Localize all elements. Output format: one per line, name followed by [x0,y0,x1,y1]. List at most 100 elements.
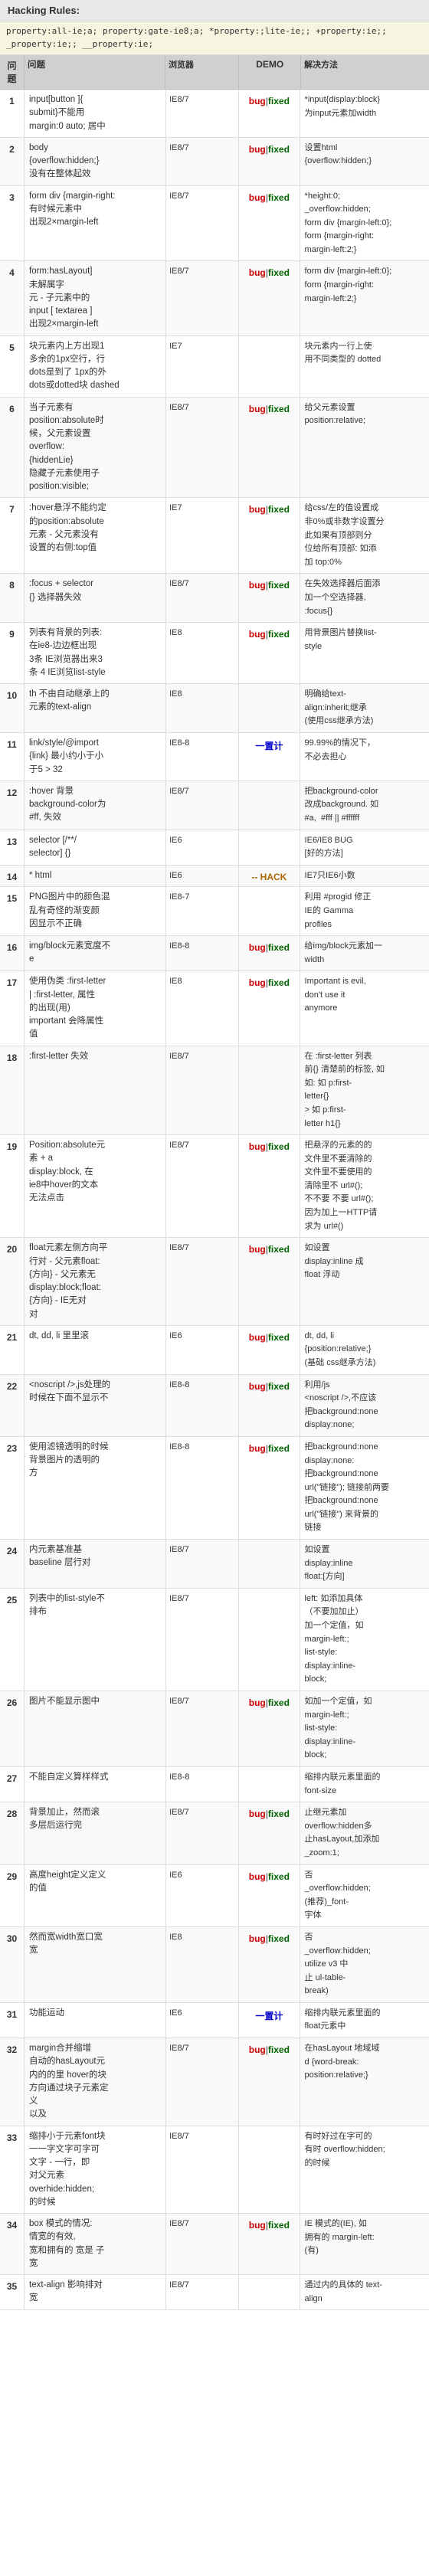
fixed-badge[interactable]: fixed [268,2044,290,2055]
fixed-badge[interactable]: fixed [268,942,290,953]
row-num: 12 [0,781,25,830]
row-demo[interactable]: bug | fixed [239,1437,300,1539]
row-fix: IE6/IE8 BUG [好的方法] [300,830,429,865]
row-demo[interactable] [239,781,300,830]
bug-badge[interactable]: bug [249,1933,266,1944]
row-issue: 背景加止，然而滚 多层后运行完 [25,1802,166,1864]
table-row: 10th 不由自动继承上的 元素的text-alignIE8明确给text- a… [0,684,429,733]
bug-badge[interactable]: bug [249,1808,266,1819]
row-demo[interactable]: bug | fixed [239,574,300,622]
bug-badge[interactable]: bug [249,192,266,203]
bug-badge[interactable]: bug [249,1381,266,1392]
bug-badge[interactable]: bug [249,2044,266,2055]
row-browser: IE7 [166,336,239,397]
bug-badge[interactable]: bug [249,629,266,640]
table-row: 18:first-letter 失效IE8/7在 :first-letter 列… [0,1046,429,1136]
row-issue: * html [25,866,166,887]
row-demo[interactable]: bug | fixed [239,498,300,573]
row-demo[interactable]: bug | fixed [239,1802,300,1864]
row-demo[interactable]: bug | fixed [239,261,300,335]
row-demo[interactable]: bug | fixed [239,1135,300,1237]
row-demo[interactable] [239,830,300,865]
fixed-badge[interactable]: fixed [268,504,290,515]
bug-badge[interactable]: bug [249,1332,266,1343]
bug-badge[interactable]: bug [249,504,266,515]
fixed-badge[interactable]: fixed [268,267,290,278]
row-demo[interactable]: 一置计 [239,2003,300,2038]
bug-badge[interactable]: bug [249,267,266,278]
bug-badge[interactable]: bug [249,1244,266,1255]
row-demo[interactable]: bug | fixed [239,1691,300,1766]
bug-badge[interactable]: bug [249,144,266,155]
row-browser: IE8-8 [166,733,239,781]
row-demo[interactable] [239,2275,300,2309]
row-demo[interactable]: bug | fixed [239,186,300,261]
row-num: 3 [0,186,25,261]
row-demo[interactable]: bug | fixed [239,138,300,185]
row-demo[interactable]: bug | fixed [239,2214,300,2274]
row-fix: 把background:none display:none: 把backgrou… [300,1437,429,1539]
table-row: 15PNG图片中的颜色混 乱有奇怪的渐变颜 因显示不正确IE8-7利用 #pro… [0,887,429,936]
table-row: 29高度height定义定义 的值IE6bug | fixed否 _overfl… [0,1865,429,1927]
fixed-badge[interactable]: fixed [268,192,290,203]
row-fix: IE7只IE6小数 [300,866,429,887]
fixed-badge[interactable]: fixed [268,1871,290,1882]
row-issue: 块元素内上方出现1 多余的1px空行，行 dots是到了 1px的外 dots或… [25,336,166,397]
fixed-badge[interactable]: fixed [268,1808,290,1819]
bug-badge[interactable]: bug [249,1871,266,1882]
fixed-badge[interactable]: fixed [268,404,290,414]
row-demo[interactable]: bug | fixed [239,2038,300,2126]
bug-badge[interactable]: bug [249,2220,266,2231]
fixed-badge[interactable]: fixed [268,1332,290,1343]
fixed-badge[interactable]: fixed [268,1244,290,1255]
row-demo[interactable]: bug | fixed [239,936,300,971]
row-demo[interactable]: bug | fixed [239,1238,300,1325]
fixed-badge[interactable]: fixed [268,1141,290,1152]
row-demo[interactable]: bug | fixed [239,90,300,137]
row-demo[interactable] [239,1767,300,1802]
row-fix: 块元素内一行上使 用不同类型的 dotted [300,336,429,397]
row-demo[interactable]: bug | fixed [239,623,300,683]
fixed-badge[interactable]: fixed [268,1697,290,1708]
bug-badge[interactable]: bug [249,96,266,106]
row-fix: IE 模式的(IE), 如 拥有的 margin-left: (有) [300,2214,429,2274]
fixed-badge[interactable]: fixed [268,1933,290,1944]
row-demo[interactable]: bug | fixed [239,971,300,1045]
row-issue: :focus + selector {} 选择器失效 [25,574,166,622]
row-demo[interactable] [239,1540,300,1588]
row-demo[interactable] [239,1046,300,1135]
bug-badge[interactable]: bug [249,942,266,953]
bug-badge[interactable]: bug [249,1141,266,1152]
row-demo[interactable] [239,1589,300,1691]
fixed-badge[interactable]: fixed [268,2220,290,2231]
table-row: 2body {overflow:hidden;} 没有在整体起效IE8/7bug… [0,138,429,186]
fixed-badge[interactable]: fixed [268,144,290,155]
table-row: 13selector [/**/ selector] {}IE6IE6/IE8 … [0,830,429,866]
bug-badge[interactable]: bug [249,977,266,988]
row-issue: body {overflow:hidden;} 没有在整体起效 [25,138,166,185]
fixed-badge[interactable]: fixed [268,580,290,591]
row-demo[interactable] [239,2126,300,2214]
row-demo[interactable]: bug | fixed [239,1326,300,1374]
bug-badge[interactable]: bug [249,404,266,414]
row-demo[interactable]: bug | fixed [239,1375,300,1436]
row-demo[interactable]: bug | fixed [239,1865,300,1926]
bug-badge[interactable]: bug [249,1443,266,1454]
fixed-badge[interactable]: fixed [268,977,290,988]
row-browser: IE8/7 [166,90,239,137]
row-demo[interactable]: 一置计 [239,733,300,781]
fixed-badge[interactable]: fixed [268,629,290,640]
row-demo[interactable]: bug | fixed [239,1927,300,2002]
row-demo[interactable] [239,684,300,732]
row-fix: 给css/左的值设置成 非0%或非数字设置分 此如果有顶部则分 位给所有顶部: … [300,498,429,573]
bug-badge[interactable]: bug [249,1697,266,1708]
fixed-badge[interactable]: fixed [268,96,290,106]
row-demo[interactable]: -- HACK [239,866,300,887]
bug-badge[interactable]: bug [249,580,266,591]
row-demo[interactable]: bug | fixed [239,398,300,498]
row-num: 6 [0,398,25,498]
row-demo[interactable] [239,887,300,935]
fixed-badge[interactable]: fixed [268,1381,290,1392]
fixed-badge[interactable]: fixed [268,1443,290,1454]
row-demo[interactable] [239,336,300,397]
